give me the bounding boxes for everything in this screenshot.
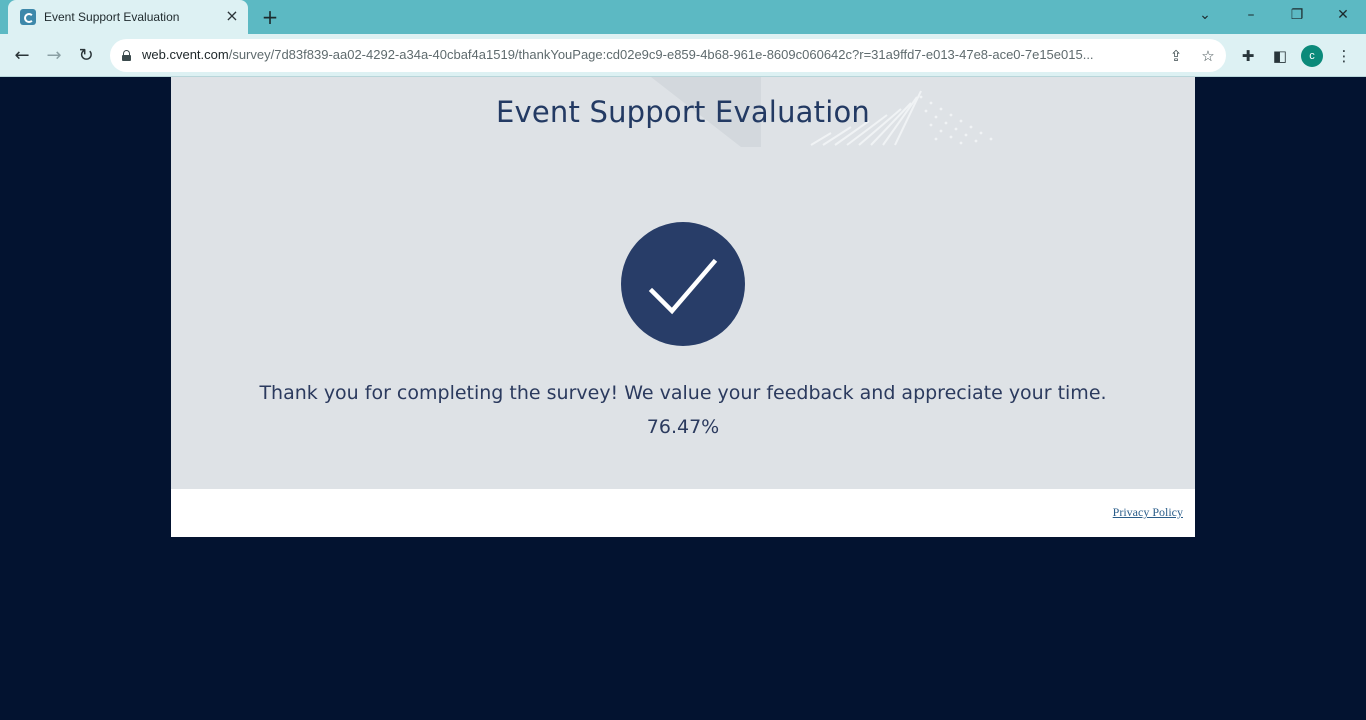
browser-tab-strip: Event Support Evaluation × + ⌄ – ❐ ✕ — [0, 0, 1366, 34]
bookmark-star-icon[interactable]: ☆ — [1197, 45, 1219, 67]
tab-title: Event Support Evaluation — [44, 10, 180, 24]
back-button[interactable]: ← — [10, 44, 34, 68]
minimize-button[interactable]: – — [1238, 4, 1264, 26]
survey-footer: Privacy Policy — [171, 489, 1195, 537]
extensions-puzzle-icon[interactable]: ✚ — [1237, 45, 1259, 67]
close-window-button[interactable]: ✕ — [1330, 4, 1356, 26]
profile-avatar[interactable]: c — [1301, 45, 1323, 67]
tab-search-icon[interactable]: ⌄ — [1192, 4, 1218, 26]
thank-you-message: Thank you for completing the survey! We … — [259, 382, 1107, 404]
cvent-favicon-icon — [20, 9, 36, 25]
success-checkmark-icon — [621, 222, 745, 346]
survey-card: Event Support Evaluation Thank you for c… — [171, 77, 1195, 489]
url-text[interactable]: web.cvent.com/survey/7d83f839-aa02-4292-… — [142, 47, 1152, 62]
share-icon[interactable]: ⇪ — [1165, 45, 1187, 67]
side-panel-icon[interactable]: ◧ — [1269, 45, 1291, 67]
browser-tab[interactable]: Event Support Evaluation × — [8, 0, 248, 34]
address-bar[interactable]: web.cvent.com/survey/7d83f839-aa02-4292-… — [110, 39, 1226, 72]
lock-icon[interactable] — [122, 50, 131, 61]
survey-title: Event Support Evaluation — [496, 95, 870, 129]
tab-close-icon[interactable]: × — [224, 8, 240, 24]
url-host: web.cvent.com — [142, 47, 229, 62]
new-tab-button[interactable]: + — [259, 6, 281, 28]
url-path: /survey/7d83f839-aa02-4292-a34a-40cbaf4a… — [228, 47, 1094, 62]
forward-button[interactable]: → — [42, 44, 66, 68]
reload-button[interactable]: ↻ — [74, 44, 98, 68]
restore-button[interactable]: ❐ — [1284, 4, 1310, 26]
progress-percentage: 76.47% — [646, 416, 720, 438]
browser-toolbar: ← → ↻ web.cvent.com/survey/7d83f839-aa02… — [0, 34, 1366, 77]
privacy-policy-link[interactable]: Privacy Policy — [1113, 505, 1183, 520]
menu-kebab-icon[interactable]: ⋮ — [1333, 45, 1355, 67]
